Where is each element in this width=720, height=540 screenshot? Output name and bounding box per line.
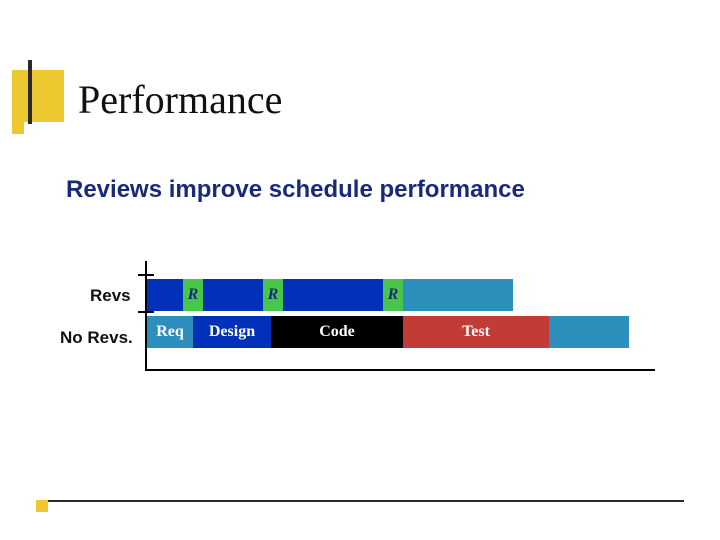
- bar-row-revs: RRR: [147, 279, 513, 311]
- row-label-no-revs: No Revs.: [60, 328, 133, 348]
- footer-line: [36, 500, 684, 502]
- bar-segment: Test: [403, 316, 549, 348]
- bar-segment: [147, 279, 183, 311]
- bar-segment: R: [383, 279, 403, 311]
- accent-square: [12, 70, 64, 122]
- bar-segment: [549, 316, 629, 348]
- title-bar-accent: [28, 60, 32, 124]
- schedule-chart: Revs No Revs. R R R ReqDesignCodeTest: [60, 256, 640, 386]
- bar-segment: [203, 279, 263, 311]
- bar-segment: [283, 279, 383, 311]
- bar-segment: Code: [271, 316, 403, 348]
- axis-y: [145, 261, 147, 369]
- row-label-revs: Revs: [90, 286, 131, 306]
- bar-segment: R: [263, 279, 283, 311]
- footer-square: [36, 500, 48, 512]
- page-title: Performance: [78, 76, 282, 123]
- bar-segment: Req: [147, 316, 193, 348]
- axis-x: [145, 369, 655, 371]
- accent-square-small: [12, 122, 24, 134]
- bar-row-no-revs: ReqDesignCodeTest: [147, 316, 629, 348]
- bar-segment: R: [183, 279, 203, 311]
- bar-segment: [403, 279, 513, 311]
- page-subtitle: Reviews improve schedule performance: [66, 176, 525, 204]
- bar-segment: Design: [193, 316, 271, 348]
